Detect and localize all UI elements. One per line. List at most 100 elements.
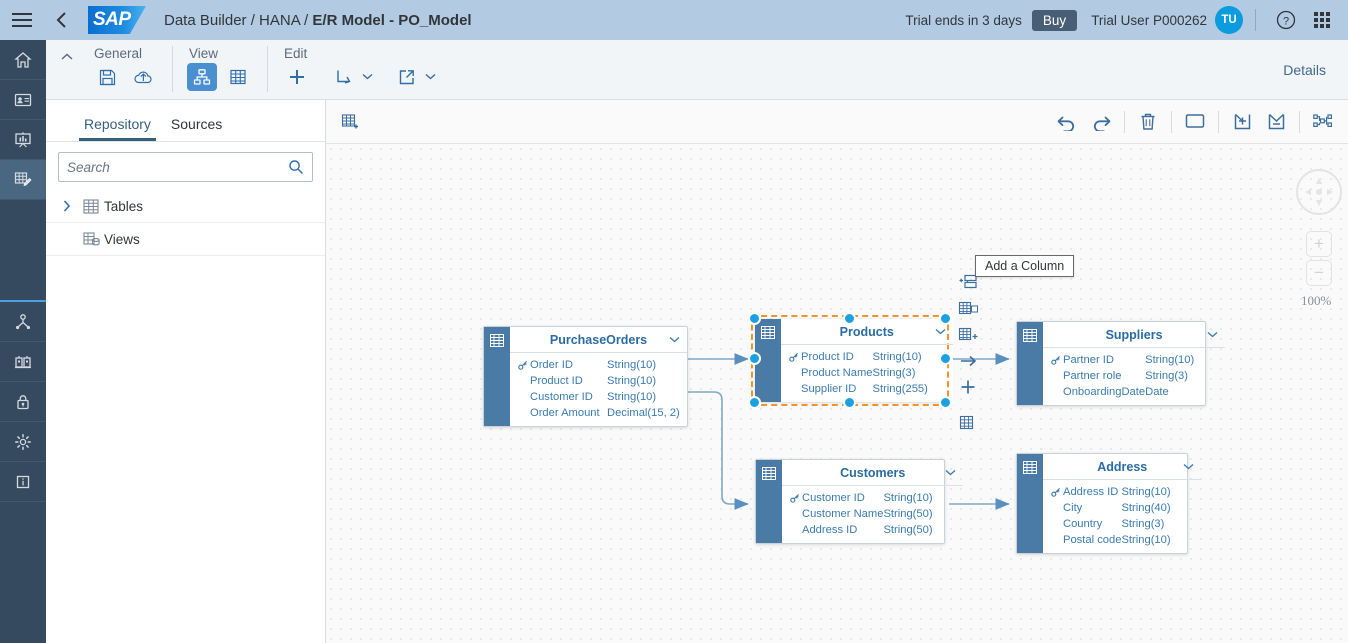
resize-handle-se[interactable] — [939, 396, 952, 409]
pan-control[interactable] — [1296, 169, 1342, 215]
save-button[interactable] — [92, 63, 122, 91]
entity-products[interactable]: Products Product ID String(10) Product N… — [748, 312, 953, 409]
table-view-button[interactable] — [223, 63, 253, 91]
chevron-up-icon[interactable] — [56, 46, 78, 68]
column-name: OnboardingDate — [1063, 386, 1146, 398]
column-type: String(3) — [1145, 370, 1189, 382]
tooltip-add-a-column: Add a Column — [975, 255, 1075, 277]
entity-suppliers[interactable]: Suppliers Partner ID String(10) Partner … — [1016, 321, 1226, 406]
column-row[interactable]: Customer Name String(50) — [782, 506, 963, 522]
new-table-button[interactable] — [956, 410, 982, 436]
chevron-down-icon[interactable] — [1183, 461, 1194, 473]
auto-layout-button[interactable] — [1306, 107, 1340, 137]
column-row[interactable]: Postal code String(10) — [1043, 532, 1201, 548]
question-mark-icon[interactable]: ? — [1271, 5, 1301, 35]
hamburger-menu-icon[interactable] — [0, 0, 44, 40]
chevron-down-icon[interactable] — [669, 334, 680, 346]
er-diagram[interactable]: PurchaseOrders Order ID String(10) Produ… — [326, 144, 1348, 643]
column-row[interactable]: OnboardingDate Date — [1043, 384, 1225, 400]
back-chevron-icon[interactable] — [44, 0, 80, 40]
column-name: Postal code — [1063, 534, 1122, 546]
add-column-button[interactable] — [956, 374, 982, 400]
diagram-view-button[interactable] — [187, 63, 217, 91]
column-row[interactable]: Country String(3) — [1043, 516, 1201, 532]
create-relation-button[interactable] — [956, 348, 982, 374]
add-table-right-button[interactable] — [956, 322, 982, 348]
column-row[interactable]: Product ID String(10) — [510, 373, 687, 389]
sidebar-item-home[interactable] — [0, 40, 46, 80]
details-button[interactable]: Details — [1283, 62, 1326, 78]
deploy-button[interactable] — [128, 63, 158, 91]
entity-title: PurchaseOrders — [549, 332, 648, 347]
sidebar-item-security[interactable] — [0, 382, 46, 422]
chevron-down-icon[interactable] — [935, 326, 946, 338]
floppy-disk-icon — [99, 69, 115, 85]
table-icon — [1023, 329, 1037, 405]
resize-handle-s[interactable] — [843, 396, 856, 409]
column-row[interactable]: Customer ID String(10) — [782, 490, 963, 506]
sidebar-item-connections[interactable] — [0, 302, 46, 342]
sidebar-item-about[interactable] — [0, 462, 46, 502]
chevron-down-icon[interactable] — [945, 467, 956, 479]
column-name: Customer ID — [530, 391, 593, 403]
sidebar-item-catalog[interactable] — [0, 80, 46, 120]
collapse-all-button[interactable] — [1259, 107, 1293, 137]
sap-logo: SAP — [88, 6, 146, 34]
column-row[interactable]: Product ID String(10) — [781, 349, 953, 365]
import-button[interactable] — [328, 63, 358, 91]
chevron-down-icon[interactable] — [1207, 329, 1218, 341]
magnifier-icon[interactable] — [288, 159, 304, 175]
column-row[interactable]: Supplier ID String(255) — [781, 381, 953, 397]
entity-address[interactable]: Address Address ID String(10) City Strin — [1016, 453, 1202, 554]
entity-customers[interactable]: Customers Customer ID String(10) Custome… — [755, 459, 964, 544]
column-row[interactable]: Order Amount Decimal(15, 2) — [510, 405, 687, 421]
sidebar-item-data-builder[interactable] — [0, 160, 46, 200]
column-row[interactable]: Product Name String(3) — [781, 365, 953, 381]
column-row[interactable]: Order ID String(10) — [510, 357, 687, 373]
entity-columns: Order ID String(10) Product ID String(10… — [510, 353, 687, 426]
resize-handle-e[interactable] — [939, 352, 952, 365]
column-row[interactable]: Partner role String(3) — [1043, 368, 1225, 384]
expand-all-button[interactable] — [1225, 107, 1259, 137]
export-chevron-down-icon[interactable] — [425, 72, 436, 83]
fullscreen-button[interactable] — [1178, 107, 1212, 137]
column-row[interactable]: City String(40) — [1043, 500, 1201, 516]
sidebar-item-story[interactable] — [0, 120, 46, 160]
column-row[interactable]: Address ID String(10) — [1043, 484, 1201, 500]
chevron-right-icon[interactable] — [56, 200, 78, 212]
import-chevron-down-icon[interactable] — [362, 72, 373, 83]
sidebar-item-spaces[interactable] — [0, 342, 46, 382]
resize-handle-w[interactable] — [748, 352, 761, 365]
column-row[interactable]: Address ID String(50) — [782, 522, 963, 538]
resize-handle-nw[interactable] — [748, 312, 761, 325]
app-grid-icon[interactable] — [1307, 5, 1337, 35]
avatar[interactable]: TU — [1215, 6, 1243, 34]
sidebar-item-system[interactable] — [0, 422, 46, 462]
tab-sources[interactable]: Sources — [161, 116, 232, 141]
tab-repository[interactable]: Repository — [74, 116, 161, 141]
add-table-button[interactable] — [334, 107, 368, 137]
home-icon — [14, 51, 32, 68]
table-icon — [490, 334, 504, 426]
zoom-in-button[interactable]: + — [1306, 231, 1332, 257]
buy-button[interactable]: Buy — [1031, 9, 1078, 31]
resize-handle-sw[interactable] — [748, 396, 761, 409]
add-table-left-button[interactable] — [956, 296, 982, 322]
export-button[interactable] — [391, 63, 421, 91]
entity-icon-bar — [484, 327, 510, 426]
undo-button[interactable] — [1050, 107, 1084, 137]
search-input[interactable] — [67, 159, 288, 175]
tree-item-views[interactable]: Views — [46, 223, 325, 256]
redo-button[interactable] — [1084, 107, 1118, 137]
search-box[interactable] — [58, 152, 313, 182]
delete-button[interactable] — [1131, 107, 1165, 137]
add-button[interactable] — [282, 63, 312, 91]
svg-text:?: ? — [1283, 16, 1289, 28]
toolbar-group-edit-label: Edit — [284, 46, 308, 61]
column-row[interactable]: Partner ID String(10) — [1043, 352, 1225, 368]
column-row[interactable]: Customer ID String(10) — [510, 389, 687, 405]
zoom-out-button[interactable]: − — [1306, 260, 1332, 286]
entity-purchaseorders[interactable]: PurchaseOrders Order ID String(10) Produ… — [483, 326, 688, 427]
tree-item-tables[interactable]: Tables — [46, 190, 325, 223]
entity-title: Address — [1097, 459, 1148, 474]
